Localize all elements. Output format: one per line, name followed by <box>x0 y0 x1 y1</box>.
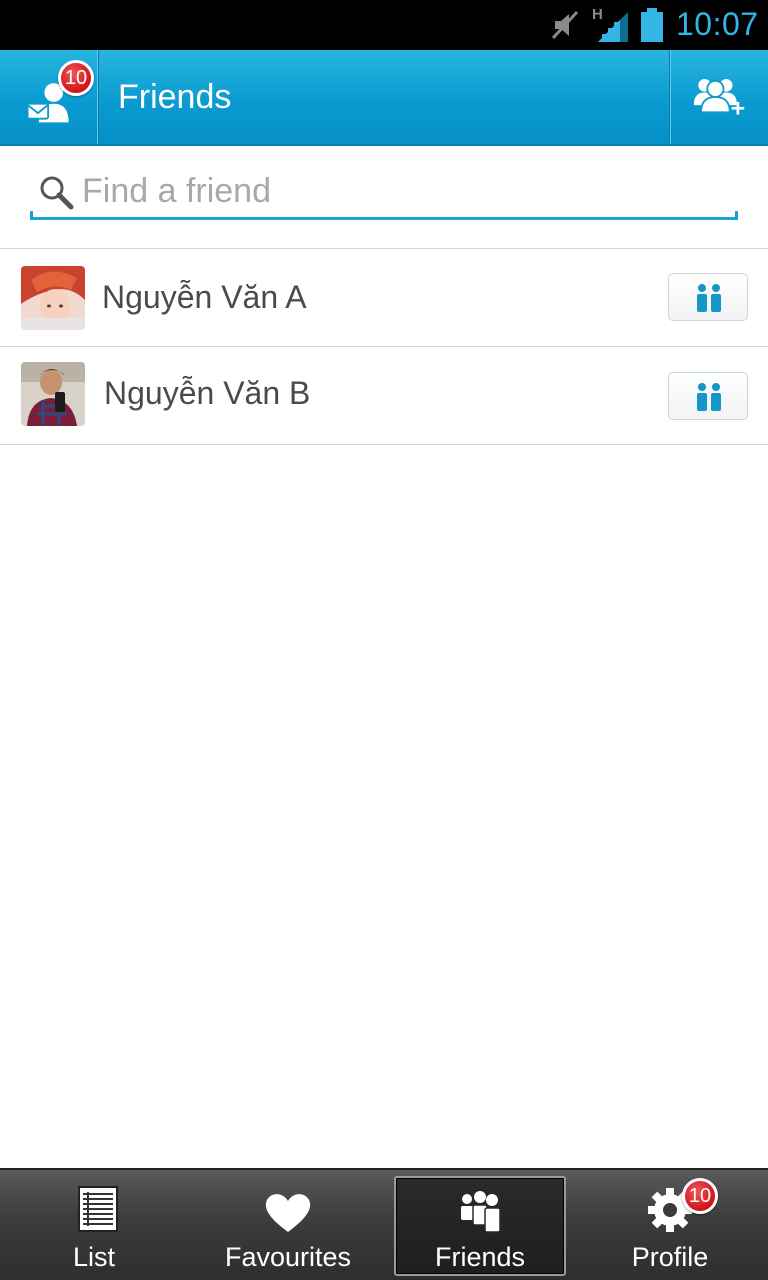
heart-icon <box>265 1194 311 1232</box>
page-title: Friends <box>118 78 232 116</box>
action-bar: 10 Friends <box>0 50 768 146</box>
list-item[interactable]: Nguyễn Văn A <box>0 249 768 347</box>
status-bar: H 10:07 <box>0 0 768 50</box>
friends-status-icon <box>697 383 721 411</box>
add-friend-icon <box>693 79 745 115</box>
list-icon <box>78 1186 118 1232</box>
friend-status-button[interactable] <box>668 273 748 321</box>
search-underline <box>30 211 738 220</box>
friends-status-icon <box>697 284 721 312</box>
avatar <box>21 266 85 330</box>
tab-bar: List Favourites Friends 10 Profile <box>0 1168 768 1280</box>
search-input[interactable] <box>82 168 722 214</box>
messages-button[interactable]: 10 <box>0 50 98 144</box>
friends-icon <box>461 1191 501 1233</box>
search-box[interactable] <box>30 166 738 220</box>
mute-icon <box>551 10 579 40</box>
tab-label: List <box>72 1242 116 1272</box>
list-item[interactable]: Nguyễn Văn B <box>0 347 768 445</box>
tab-label: Profile <box>631 1242 709 1272</box>
signal-icon <box>598 12 628 42</box>
clock: 10:07 <box>676 6 759 42</box>
profile-badge: 10 <box>682 1178 718 1214</box>
friend-name: Nguyễn Văn A <box>102 279 307 315</box>
tab-label: Favourites <box>224 1242 352 1272</box>
tab-list[interactable]: List <box>0 1170 192 1280</box>
friend-status-button[interactable] <box>668 372 748 420</box>
battery-icon <box>641 8 663 42</box>
messages-badge: 10 <box>58 60 94 96</box>
avatar <box>21 362 85 426</box>
friend-name: Nguyễn Văn B <box>104 375 311 411</box>
tab-friends[interactable]: Friends <box>392 1170 568 1280</box>
search-icon <box>40 176 74 210</box>
tab-favourites[interactable]: Favourites <box>192 1170 384 1280</box>
tab-profile[interactable]: 10 Profile <box>576 1170 768 1280</box>
tab-label: Friends <box>434 1242 526 1272</box>
add-friend-button[interactable] <box>669 50 768 144</box>
